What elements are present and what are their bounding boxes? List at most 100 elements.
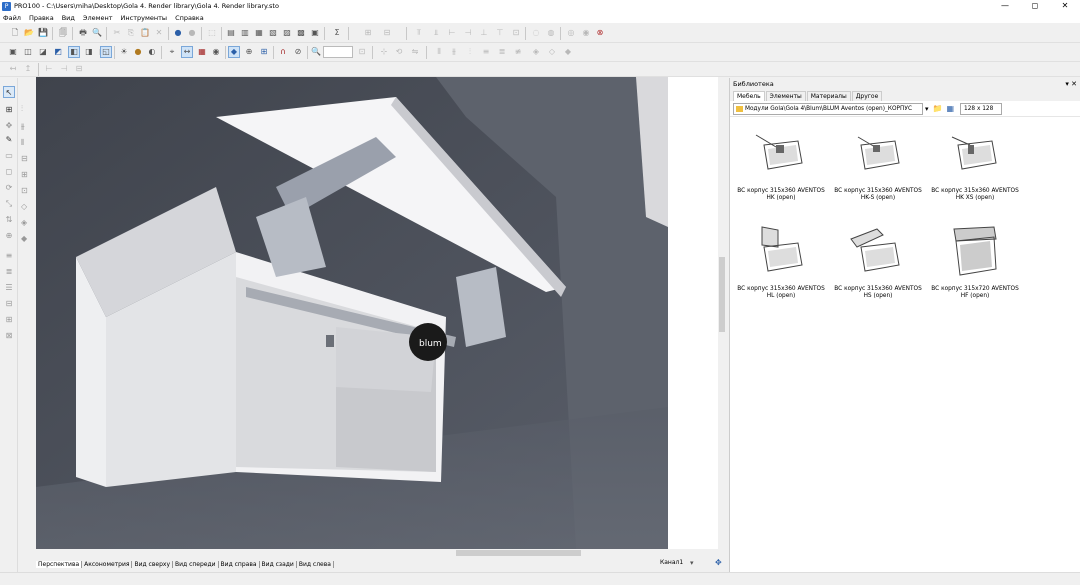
- tab-top[interactable]: Вид сверху: [132, 560, 173, 568]
- align-right-icon[interactable]: ⊣: [462, 27, 474, 39]
- pin-icon[interactable]: ▾ ✕: [1065, 80, 1077, 88]
- layer6-icon[interactable]: ⊠: [3, 330, 15, 342]
- library-item[interactable]: ВС корпус 315х360 AVENTOS HK-S (open): [832, 127, 924, 203]
- col2-icon[interactable]: ⫵: [448, 46, 460, 58]
- dimension-icon[interactable]: ↔: [181, 46, 193, 58]
- catalog-icon[interactable]: ▧: [267, 27, 279, 39]
- layer5-icon[interactable]: ⊞: [3, 314, 15, 326]
- list-icon[interactable]: ▥: [239, 27, 251, 39]
- distribute-v-icon[interactable]: ⊤: [494, 27, 506, 39]
- size-icon[interactable]: ⊡: [510, 27, 522, 39]
- col-icon[interactable]: ⫴: [433, 46, 445, 58]
- group-icon[interactable]: ◌: [530, 27, 542, 39]
- align-tool2-icon[interactable]: ⫵: [21, 122, 25, 132]
- paste-icon[interactable]: 📋: [139, 27, 151, 39]
- align-tool5-icon[interactable]: ⊞: [21, 170, 28, 179]
- dim-c-icon[interactable]: ⊟: [73, 63, 85, 75]
- tab-materials[interactable]: Материалы: [806, 91, 851, 101]
- tab-perspective[interactable]: Перспектива: [36, 560, 83, 568]
- 3d-viewport[interactable]: blum: [36, 77, 668, 549]
- align-left-icon[interactable]: ⊢: [446, 27, 458, 39]
- folder-up-icon[interactable]: 📁: [933, 104, 943, 113]
- box-icon[interactable]: ▣: [7, 46, 19, 58]
- print-icon[interactable]: 🖶: [77, 27, 89, 39]
- zoom-fit-icon[interactable]: ⊡: [356, 46, 368, 58]
- pen-icon[interactable]: ✎: [3, 134, 15, 146]
- menu-edit[interactable]: Правка: [29, 14, 54, 22]
- move-icon[interactable]: ⊹: [378, 46, 390, 58]
- select-multi-icon[interactable]: ⊞: [3, 104, 15, 116]
- align-tool9-icon[interactable]: ◆: [21, 234, 27, 243]
- align-tool4-icon[interactable]: ⊟: [21, 154, 28, 163]
- rect-icon[interactable]: ▭: [3, 150, 15, 162]
- align-tool8-icon[interactable]: ◈: [21, 218, 27, 227]
- channel-label[interactable]: Канал1: [660, 559, 683, 566]
- align-top-icon[interactable]: ⫪: [413, 27, 425, 39]
- row3-icon[interactable]: ≢: [512, 46, 524, 58]
- layer3-icon[interactable]: ☰: [3, 282, 15, 294]
- tab-right[interactable]: Вид справа: [219, 560, 260, 568]
- shaded-icon[interactable]: ◩: [52, 46, 64, 58]
- find-icon[interactable]: 🔍: [91, 27, 103, 39]
- library-item[interactable]: ВС корпус 315х360 AVENTOS HL (open): [735, 225, 827, 301]
- horizontal-scrollbar[interactable]: [36, 549, 718, 557]
- print-list-icon[interactable]: ▨: [281, 27, 293, 39]
- rotate-tool-icon[interactable]: ⟳: [3, 182, 15, 194]
- tab-furniture[interactable]: Мебель: [733, 91, 765, 101]
- rotate-icon[interactable]: ⟲: [393, 46, 405, 58]
- magnet-icon[interactable]: ∩: [277, 46, 289, 58]
- print-preview-icon[interactable]: 🗐: [57, 27, 69, 39]
- snap-grid-icon[interactable]: ⊕: [243, 46, 255, 58]
- hidden-lines-icon[interactable]: ◪: [37, 46, 49, 58]
- snap-edge-icon[interactable]: ⊞: [258, 46, 270, 58]
- maximize-button[interactable]: ◻: [1020, 0, 1050, 12]
- properties-icon[interactable]: ▤: [225, 27, 237, 39]
- undo-icon[interactable]: ●: [172, 27, 184, 39]
- texture-icon[interactable]: ◐: [146, 46, 158, 58]
- eraser-icon[interactable]: ◻: [3, 166, 15, 178]
- distribute-icon[interactable]: ⊥: [478, 27, 490, 39]
- move-tool-icon[interactable]: ✥: [3, 120, 15, 132]
- copy-icon[interactable]: ⎘: [125, 27, 137, 39]
- calc-icon[interactable]: ▣: [309, 27, 321, 39]
- ungroup-icon[interactable]: ◍: [545, 27, 557, 39]
- sum-icon[interactable]: Σ: [331, 27, 343, 39]
- hide-icon[interactable]: ◉: [580, 27, 592, 39]
- flip-icon[interactable]: ⇅: [3, 214, 15, 226]
- tab-left[interactable]: Вид слева: [297, 560, 334, 568]
- layer-icon[interactable]: ≡: [3, 250, 15, 262]
- col3-icon[interactable]: ⫶: [464, 46, 476, 58]
- material-icon[interactable]: ●: [132, 46, 144, 58]
- tool2-icon[interactable]: ◇: [546, 46, 558, 58]
- eye-icon[interactable]: ◉: [210, 46, 222, 58]
- scale-icon[interactable]: ⤡: [3, 198, 15, 210]
- vertical-scrollbar[interactable]: [718, 77, 726, 549]
- save-icon[interactable]: 💾: [37, 27, 49, 39]
- realistic-icon[interactable]: ◱: [100, 46, 112, 58]
- stop-icon[interactable]: ⊗: [594, 27, 606, 39]
- layer2-icon[interactable]: ≣: [3, 266, 15, 278]
- menu-help[interactable]: Справка: [175, 14, 204, 22]
- align-tool6-icon[interactable]: ⊡: [21, 186, 28, 195]
- tab-front[interactable]: Вид спереди: [173, 560, 219, 568]
- dim-h-icon[interactable]: ↤: [7, 63, 19, 75]
- zoom-tool-icon[interactable]: ⊕: [3, 230, 15, 242]
- dim-b-icon[interactable]: ⊣: [58, 63, 70, 75]
- close-button[interactable]: ✕: [1050, 0, 1080, 12]
- tool1-icon[interactable]: ◈: [530, 46, 542, 58]
- vertical-scroll-thumb[interactable]: [719, 257, 725, 332]
- delete-icon[interactable]: ✕: [153, 27, 165, 39]
- compass-icon[interactable]: ✥: [715, 558, 722, 567]
- channel-dropdown-icon[interactable]: ▾: [690, 559, 694, 567]
- measure-icon[interactable]: ⊘: [292, 46, 304, 58]
- row-icon[interactable]: ≡: [480, 46, 492, 58]
- camera-icon[interactable]: ⌖: [166, 46, 178, 58]
- path-chevron-icon[interactable]: ▾: [925, 105, 929, 113]
- report-icon[interactable]: ▩: [295, 27, 307, 39]
- tab-elements[interactable]: Элементы: [765, 91, 806, 101]
- menu-tools[interactable]: Инструменты: [121, 14, 168, 22]
- align-bottom-icon[interactable]: ⫫: [430, 27, 442, 39]
- zoom-field[interactable]: [323, 46, 353, 58]
- textured-icon[interactable]: ◧: [68, 46, 80, 58]
- light-icon[interactable]: ☀: [118, 46, 130, 58]
